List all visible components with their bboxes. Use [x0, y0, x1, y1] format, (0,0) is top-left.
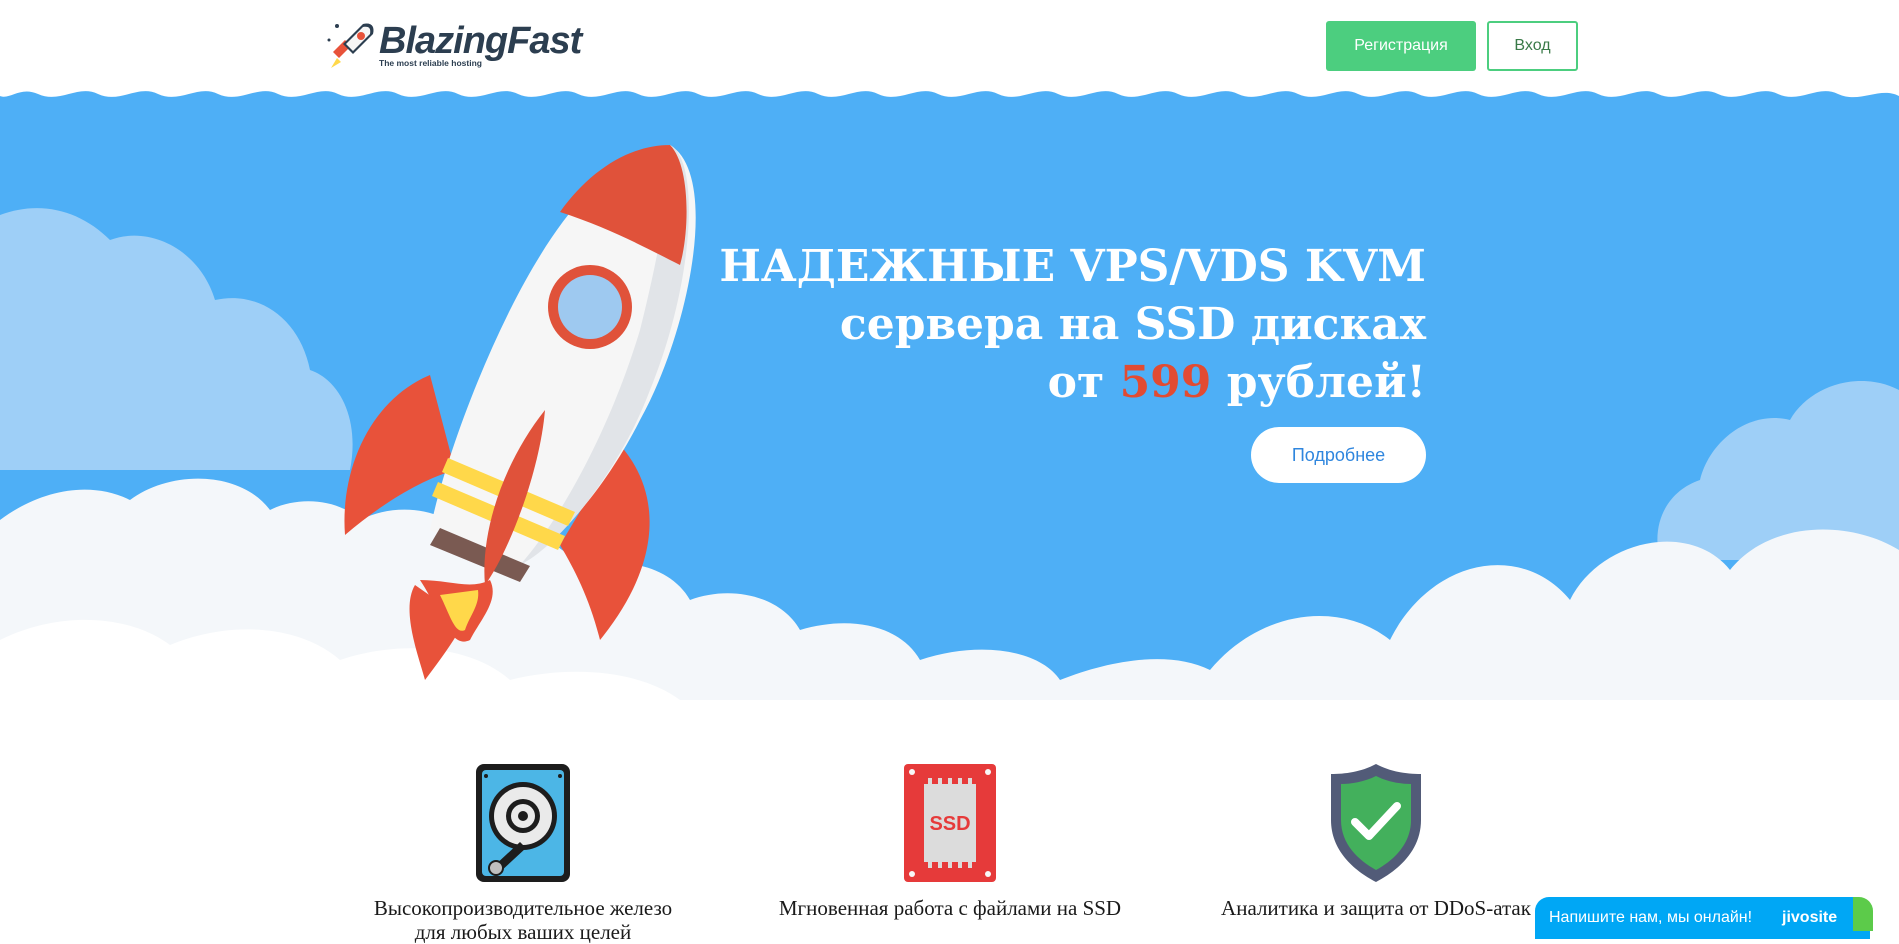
register-button[interactable]: Регистрация: [1326, 21, 1476, 71]
ssd-chip-icon: SSD: [904, 764, 996, 882]
hero-line-3: от 599 рублей!: [719, 354, 1426, 412]
feature-ssd-label: Мгновенная работа с файлами на SSD: [750, 896, 1150, 920]
hero-price: 599: [1119, 357, 1212, 408]
feature-hardware: Высокопроизводительное железо для любых …: [323, 762, 723, 944]
feature-hardware-line-2: для любых ваших целей: [414, 920, 632, 944]
hero-line-3-suffix: рублей!: [1211, 357, 1426, 408]
feature-ddos: Аналитика и защита от DDoS-атак: [1176, 762, 1576, 920]
hard-drive-icon: [476, 764, 570, 882]
login-button[interactable]: Вход: [1487, 21, 1578, 71]
feature-ddos-label: Аналитика и защита от DDoS-атак: [1176, 896, 1576, 920]
feature-hardware-line-1: Высокопроизводительное железо: [373, 896, 673, 920]
logo[interactable]: BlazingFast The most reliable hosting: [323, 18, 593, 74]
logo-name: BlazingFast: [379, 20, 582, 62]
chat-widget[interactable]: Напишите нам, мы онлайн! jivosite: [1535, 897, 1873, 939]
rocket-logo-icon: [327, 23, 374, 68]
feature-ssd: SSD Мгновенная работа с файлами на SSD: [750, 762, 1150, 920]
chat-widget-brand: jivosite: [1782, 909, 1838, 926]
logo-tagline: The most reliable hosting: [379, 58, 482, 68]
more-button[interactable]: Подробнее: [1251, 427, 1426, 483]
chat-widget-text: Напишите нам, мы онлайн!: [1549, 909, 1753, 926]
feature-ssd-line-1: Мгновенная работа с файлами на SSD: [778, 896, 1122, 920]
ssd-chip-text: SSD: [929, 813, 970, 835]
hero-headline: НАДЕЖНЫЕ VPS/VDS KVM сервера на SSD диск…: [719, 238, 1426, 412]
hero-line-1: НАДЕЖНЫЕ VPS/VDS KVM: [719, 241, 1426, 292]
feature-ddos-line-1: Аналитика и защита от DDoS-атак: [1221, 896, 1531, 920]
hero-line-3-prefix: от: [1047, 357, 1120, 408]
hero-line-2: сервера на SSD дисках: [839, 299, 1426, 350]
shield-check-icon: [1331, 764, 1421, 882]
chat-status-indicator: [1853, 897, 1873, 931]
feature-hardware-label: Высокопроизводительное железо для любых …: [323, 896, 723, 944]
site-header: BlazingFast The most reliable hosting Ре…: [0, 0, 1899, 95]
